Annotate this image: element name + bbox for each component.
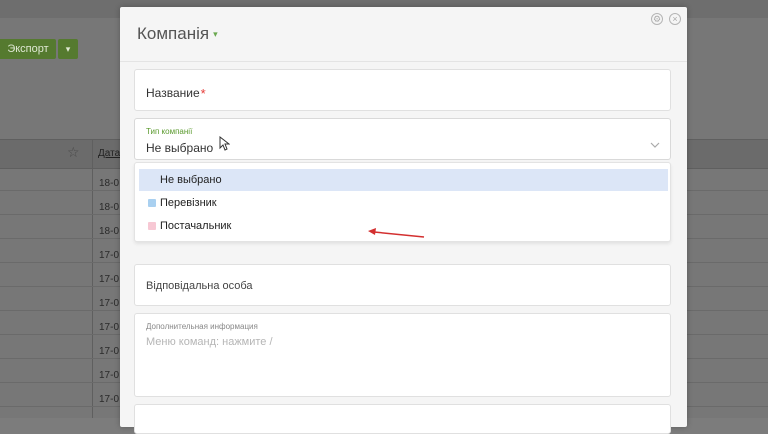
company-name-label: Название*	[146, 86, 206, 101]
company-type-select[interactable]: Тип компанії Не выбрано	[134, 118, 671, 160]
modal-divider	[120, 61, 687, 62]
color-swatch	[148, 222, 156, 230]
row-date: 17-0	[99, 394, 120, 405]
option-not-selected[interactable]: Не выбрано	[139, 169, 668, 191]
gear-icon[interactable]: ⚙	[651, 13, 663, 25]
next-field[interactable]	[134, 404, 671, 434]
row-date: 17-0	[99, 346, 120, 357]
additional-info-label: Дополнительная информация	[146, 322, 258, 331]
date-column-header[interactable]: Дата	[98, 148, 120, 159]
company-name-field[interactable]: Название*	[134, 69, 671, 111]
modal-title-text: Компанія	[137, 24, 210, 43]
row-date: 17-0	[99, 274, 120, 285]
chevron-down-icon[interactable]: ▾	[213, 29, 218, 39]
responsible-person-field[interactable]: Відповідальна особа	[134, 264, 671, 306]
row-date: 17-0	[99, 322, 120, 333]
export-button[interactable]: Экспорт	[0, 39, 56, 59]
export-dropdown-button[interactable]: ▾	[58, 39, 78, 59]
row-date: 18-0	[99, 178, 120, 189]
row-date: 18-0	[99, 226, 120, 237]
required-mark: *	[200, 86, 206, 101]
company-type-label: Тип компанії	[146, 127, 193, 136]
company-modal: Компанія ▾ ⚙ × Название* Тип компанії Не …	[120, 7, 687, 434]
row-date: 17-0	[99, 298, 120, 309]
additional-info-placeholder: Меню команд: нажмите /	[146, 336, 273, 348]
row-date: 17-0	[99, 370, 120, 381]
modal-title[interactable]: Компанія ▾	[137, 24, 218, 44]
color-swatch	[148, 199, 156, 207]
option-carrier[interactable]: Перевізник	[139, 192, 668, 214]
annotation-arrow-icon	[368, 228, 425, 238]
company-type-value: Не выбрано	[146, 141, 214, 155]
close-icon[interactable]: ×	[669, 13, 681, 25]
row-date: 18-0	[99, 202, 120, 213]
star-icon[interactable]: ☆	[67, 144, 80, 161]
additional-info-field[interactable]: Дополнительная информация Меню команд: н…	[134, 313, 671, 397]
mouse-cursor-icon	[219, 135, 231, 155]
row-date: 17-0	[99, 250, 120, 261]
chevron-down-icon[interactable]	[650, 139, 660, 151]
column-divider	[92, 139, 93, 418]
responsible-person-label: Відповідальна особа	[146, 280, 253, 292]
